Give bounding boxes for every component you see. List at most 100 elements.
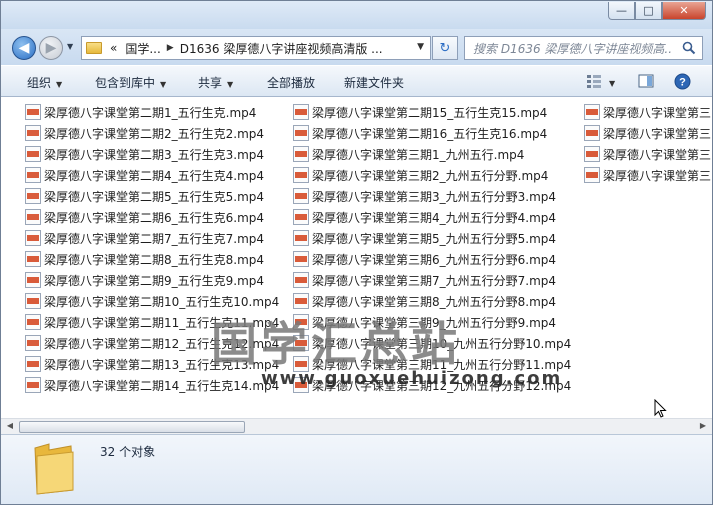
search-icon[interactable] — [682, 41, 696, 55]
maximize-button[interactable]: □ — [635, 2, 662, 20]
chevron-down-icon: ▼ — [160, 80, 167, 89]
file-name: 梁厚德八字课堂第二期4_五行生克4.mp4 — [44, 168, 265, 183]
mp4-file-icon — [293, 272, 309, 288]
mp4-file-icon — [584, 146, 600, 162]
file-item[interactable]: 梁厚德八字课堂第三期4_九州五行分野4.mp4 — [293, 207, 556, 227]
file-item[interactable]: 梁厚德八字课堂第三 — [584, 102, 711, 122]
organize-menu[interactable]: 组织 ▼ — [27, 74, 62, 91]
file-item[interactable]: 梁厚德八字课堂第二期16_五行生克16.mp4 — [293, 123, 547, 143]
mp4-file-icon — [293, 209, 309, 225]
file-item[interactable]: 梁厚德八字课堂第三期5_九州五行分野5.mp4 — [293, 228, 556, 248]
file-item[interactable]: 梁厚德八字课堂第三期7_九州五行分野7.mp4 — [293, 270, 556, 290]
mp4-file-icon — [25, 377, 41, 393]
recent-pages-dropdown-icon[interactable]: ▼ — [67, 42, 73, 51]
mp4-file-icon — [25, 167, 41, 183]
mp4-file-icon — [25, 230, 41, 246]
file-item[interactable]: 梁厚德八字课堂第三 — [584, 144, 711, 164]
file-item[interactable]: 梁厚德八字课堂第二期8_五行生克8.mp4 — [25, 249, 264, 269]
file-name: 梁厚德八字课堂第二期5_五行生克5.mp4 — [44, 189, 265, 204]
address-overflow[interactable]: « — [106, 41, 121, 55]
back-button[interactable]: ◀ — [12, 36, 36, 60]
scroll-left-icon[interactable]: ◀ — [2, 421, 18, 433]
file-name: 梁厚德八字课堂第三期3_九州五行分野3.mp4 — [312, 189, 557, 204]
mp4-file-icon — [25, 188, 41, 204]
mp4-file-icon — [25, 104, 41, 120]
address-bar[interactable]: « 国学... ▶ D1636 梁厚德八字讲座视频高清版 ... ▼ — [81, 36, 431, 60]
file-list: 梁厚德八字课堂第二期1_五行生克.mp4 梁厚德八字课堂第二期2_五行生克2.mp… — [1, 98, 712, 418]
file-name: 梁厚德八字课堂第三 — [603, 126, 712, 141]
breadcrumb-segment[interactable]: 国学... — [121, 40, 164, 57]
forward-button[interactable]: ▶ — [39, 36, 63, 60]
search-input[interactable]: 搜索 D1636 梁厚德八字讲座视频高... — [465, 40, 671, 57]
scrollbar-thumb[interactable] — [19, 421, 245, 433]
mouse-cursor-icon — [654, 399, 667, 418]
mp4-file-icon — [25, 356, 41, 372]
help-icon: ? — [674, 73, 691, 90]
file-item[interactable]: 梁厚德八字课堂第三期1_九州五行.mp4 — [293, 144, 524, 164]
mp4-file-icon — [584, 167, 600, 183]
file-name: 梁厚德八字课堂第二期2_五行生克2.mp4 — [44, 126, 265, 141]
file-item[interactable]: 梁厚德八字课堂第二期5_五行生克5.mp4 — [25, 186, 264, 206]
file-item[interactable]: 梁厚德八字课堂第二期9_五行生克9.mp4 — [25, 270, 264, 290]
file-item[interactable]: 梁厚德八字课堂第二期1_五行生克.mp4 — [25, 102, 256, 122]
explorer-window: — □ ✕ ◀ ▶ ▼ « 国学... ▶ D1636 梁厚德八字讲座视频高清版… — [0, 0, 713, 505]
file-item[interactable]: 梁厚德八字课堂第二期14_五行生克14.mp4 — [25, 375, 279, 395]
view-dropdown-icon[interactable]: ▼ — [609, 75, 615, 89]
file-name: 梁厚德八字课堂第二期6_五行生克6.mp4 — [44, 210, 265, 225]
file-item[interactable]: 梁厚德八字课堂第二期15_五行生克15.mp4 — [293, 102, 547, 122]
file-item[interactable]: 梁厚德八字课堂第二期7_五行生克7.mp4 — [25, 228, 264, 248]
title-bar: — □ ✕ — [1, 1, 712, 29]
chevron-down-icon: ▼ — [56, 80, 63, 89]
file-item[interactable]: 梁厚德八字课堂第三 — [584, 165, 711, 185]
folder-icon — [34, 443, 74, 495]
share-label: 共享 — [198, 76, 223, 90]
mp4-file-icon — [25, 209, 41, 225]
address-dropdown-icon[interactable]: ▼ — [417, 42, 424, 52]
search-box[interactable]: 搜索 D1636 梁厚德八字讲座视频高... — [464, 36, 703, 60]
file-item[interactable]: 梁厚德八字课堂第三期2_九州五行分野.mp4 — [293, 165, 548, 185]
breadcrumb-segment[interactable]: D1636 梁厚德八字讲座视频高清版 ... — [176, 40, 387, 57]
mp4-file-icon — [293, 230, 309, 246]
mp4-file-icon — [293, 251, 309, 267]
horizontal-scrollbar[interactable]: ◀ ▶ — [1, 418, 712, 434]
object-count: 32 个对象 — [100, 445, 156, 459]
file-name: 梁厚德八字课堂第二期10_五行生克10.mp4 — [44, 294, 280, 309]
file-name: 梁厚德八字课堂第二期7_五行生克7.mp4 — [44, 231, 265, 246]
file-item[interactable]: 梁厚德八字课堂第二期6_五行生克6.mp4 — [25, 207, 264, 227]
file-item[interactable]: 梁厚德八字课堂第二期3_五行生克3.mp4 — [25, 144, 264, 164]
minimize-button[interactable]: — — [608, 2, 635, 20]
include-in-library-menu[interactable]: 包含到库中 ▼ — [95, 74, 166, 91]
folder-icon — [86, 42, 102, 54]
help-button[interactable]: ? — [674, 73, 691, 93]
file-item[interactable]: 梁厚德八字课堂第二期4_五行生克4.mp4 — [25, 165, 264, 185]
caption-buttons: — □ ✕ — [608, 2, 706, 20]
file-name: 梁厚德八字课堂第三 — [603, 168, 712, 183]
file-item[interactable]: 梁厚德八字课堂第三期6_九州五行分野6.mp4 — [293, 249, 556, 269]
file-item[interactable]: 梁厚德八字课堂第三 — [584, 123, 711, 143]
new-folder-button[interactable]: 新建文件夹 — [344, 74, 404, 91]
mp4-file-icon — [584, 104, 600, 120]
mp4-file-icon — [25, 293, 41, 309]
file-name: 梁厚德八字课堂第三期4_九州五行分野4.mp4 — [312, 210, 557, 225]
mp4-file-icon — [25, 251, 41, 267]
command-bar: 组织 ▼ 包含到库中 ▼ 共享 ▼ 全部播放 新建文件夹 ▼ ? — [1, 65, 712, 97]
scroll-right-icon[interactable]: ▶ — [695, 421, 711, 433]
file-name: 梁厚德八字课堂第三期1_九州五行.mp4 — [312, 147, 525, 162]
preview-pane-button[interactable] — [638, 73, 654, 92]
play-all-button[interactable]: 全部播放 — [267, 74, 315, 91]
file-name: 梁厚德八字课堂第三期2_九州五行分野.mp4 — [312, 168, 549, 183]
mp4-file-icon — [25, 335, 41, 351]
file-name: 梁厚德八字课堂第二期8_五行生克8.mp4 — [44, 252, 265, 267]
chevron-down-icon: ▼ — [227, 80, 234, 89]
mp4-file-icon — [293, 293, 309, 309]
close-button[interactable]: ✕ — [662, 2, 706, 20]
share-menu[interactable]: 共享 ▼ — [198, 74, 233, 91]
file-item[interactable]: 梁厚德八字课堂第二期2_五行生克2.mp4 — [25, 123, 264, 143]
refresh-button[interactable]: ↻ — [432, 36, 458, 60]
details-pane: 32 个对象 — [1, 434, 712, 504]
chevron-right-icon[interactable]: ▶ — [165, 43, 176, 53]
file-item[interactable]: 梁厚德八字课堂第三期3_九州五行分野3.mp4 — [293, 186, 556, 206]
file-name: 梁厚德八字课堂第二期16_五行生克16.mp4 — [312, 126, 548, 141]
view-options-button[interactable] — [586, 73, 602, 92]
mp4-file-icon — [293, 104, 309, 120]
